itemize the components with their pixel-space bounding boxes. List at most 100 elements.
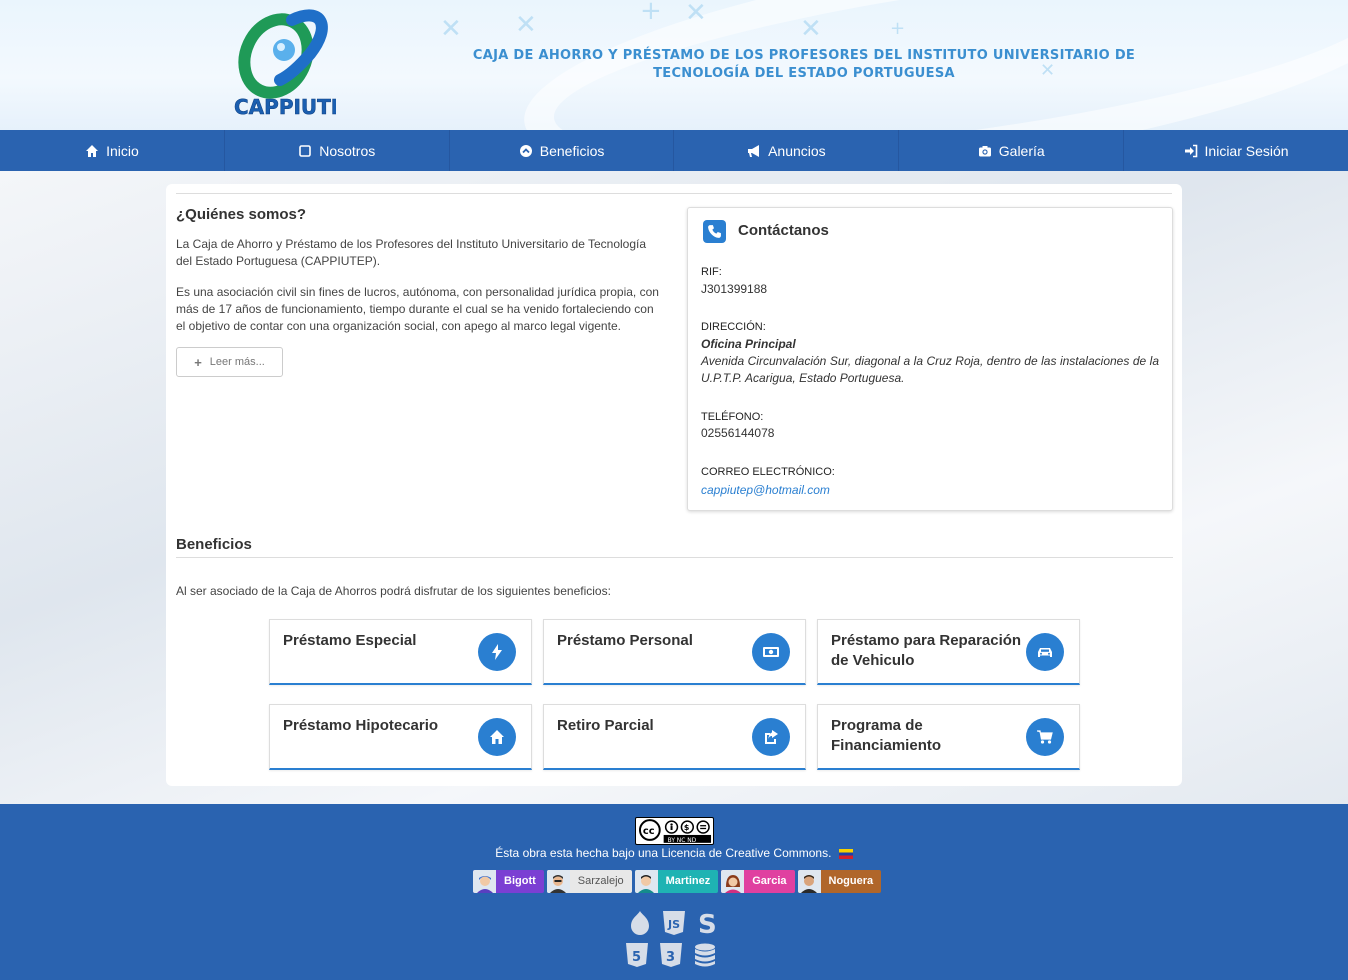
plus-icon: + xyxy=(194,354,202,370)
divider xyxy=(176,557,1173,558)
nav-item-beneficios[interactable]: Beneficios xyxy=(450,130,675,171)
nav-item-label: Iniciar Sesión xyxy=(1204,142,1289,159)
money-icon xyxy=(752,633,790,671)
address-office: Oficina Principal xyxy=(701,337,796,351)
benefit-card-reparacion-vehiculo[interactable]: Préstamo para Reparación de Vehiculo xyxy=(817,619,1080,685)
license-badge-text: BY NC ND xyxy=(668,838,697,844)
benefit-label: Préstamo para Reparación de Vehiculo xyxy=(831,632,1022,669)
nav-item-galeria[interactable]: Galería xyxy=(899,130,1125,171)
creative-commons-badge[interactable]: cc $ BY NC ND xyxy=(635,817,714,845)
developer-name: Garcia xyxy=(752,875,787,887)
drupal-icon xyxy=(631,911,649,935)
chevron-circle-up-icon xyxy=(519,144,533,158)
about-text-line: La Caja de Ahorro y Préstamo de los Prof… xyxy=(176,237,647,251)
phone-value: 02556144078 xyxy=(701,426,775,440)
avatar xyxy=(721,870,745,893)
benefit-label: Préstamo Personal xyxy=(557,632,693,649)
benefit-card-prestamo-especial[interactable]: Préstamo Especial xyxy=(269,619,532,685)
about-title: ¿Quiénes somos? xyxy=(176,206,307,223)
developer-badges: Bigott Sarzalejo Martinez Garcia Noguera xyxy=(473,870,882,893)
developer-name: Noguera xyxy=(828,875,874,887)
benefits-intro: Al ser asociado de la Caja de Ahorros po… xyxy=(176,584,611,598)
phone-icon xyxy=(703,220,726,243)
svg-text:JS: JS xyxy=(667,918,680,931)
about-text-line: del Estado Portuguesa (CAPPIUTEP). xyxy=(176,254,381,268)
decor-cross-icon: ✕ xyxy=(515,10,537,40)
site-title: Caja de Ahorro y Préstamo de los Profeso… xyxy=(470,47,1138,83)
address-label: Dirección: xyxy=(701,321,766,333)
svg-text:cc: cc xyxy=(643,826,655,837)
rif-value: J301399188 xyxy=(701,282,768,296)
developer-badge-noguera[interactable]: Noguera xyxy=(797,870,882,893)
svg-text:S: S xyxy=(698,910,717,937)
bullhorn-icon xyxy=(747,144,761,158)
decor-cross-icon: ✕ xyxy=(800,14,822,44)
site-title-line1: Caja de Ahorro y Préstamo de los Profeso… xyxy=(472,48,1136,63)
benefit-label: Retiro Parcial xyxy=(557,717,654,734)
tech-icons-row-1: JS S xyxy=(626,909,722,937)
license-text-label: Ésta obra esta hecha bajo una Licencia d… xyxy=(495,846,832,860)
contact-title: Contáctanos xyxy=(738,222,829,239)
site-header: ✕ ✕ + ✕ ✕ + ✕ CAPPIUTEP Caja de Ahorro y… xyxy=(0,0,1348,130)
about-paragraph-2: Es una asociación civil sin fines de luc… xyxy=(176,284,666,335)
venezuela-flag-icon xyxy=(838,848,853,859)
nav-item-iniciar-sesion[interactable]: Iniciar Sesión xyxy=(1124,130,1348,171)
home-icon xyxy=(478,718,516,756)
email-link[interactable]: cappiutep@hotmail.com xyxy=(701,483,830,497)
database-icon xyxy=(695,943,715,967)
benefit-card-programa-financiamiento[interactable]: Programa de Financiamiento xyxy=(817,704,1080,770)
decor-plus-icon: + xyxy=(640,0,662,26)
sign-in-icon xyxy=(1184,144,1198,158)
divider xyxy=(176,193,1172,194)
avatar xyxy=(473,870,496,893)
svg-text:$: $ xyxy=(684,823,689,832)
nav-item-label: Anuncios xyxy=(768,142,826,159)
decor-plus-icon: + xyxy=(890,18,906,39)
phone-label: Teléfono: xyxy=(701,411,764,423)
svg-text:3: 3 xyxy=(666,950,675,965)
license-text: Ésta obra esta hecha bajo una Licencia d… xyxy=(0,846,1348,860)
decor-cross-icon: ✕ xyxy=(685,0,707,28)
camera-icon xyxy=(978,144,992,158)
css3-icon: 3 xyxy=(660,943,682,967)
benefit-label: Préstamo Hipotecario xyxy=(283,717,439,734)
benefit-card-retiro-parcial[interactable]: Retiro Parcial xyxy=(543,704,806,770)
decor-cross-icon: ✕ xyxy=(440,14,462,44)
nav-item-inicio[interactable]: Inicio xyxy=(0,130,225,171)
benefit-card-prestamo-personal[interactable]: Préstamo Personal xyxy=(543,619,806,685)
cappiutep-logo[interactable]: CAPPIUTEP xyxy=(232,6,359,120)
address-text: Avenida Circunvalación Sur, diagonal a l… xyxy=(701,354,1159,385)
avatar xyxy=(797,870,821,893)
benefits-title: Beneficios xyxy=(176,536,252,553)
logo-text: CAPPIUTEP xyxy=(234,95,336,119)
share-icon xyxy=(752,718,790,756)
nav-item-label: Galería xyxy=(998,142,1045,159)
read-more-label: Leer más... xyxy=(209,356,265,368)
developer-name: Sarzalejo xyxy=(577,875,624,887)
nav-item-nosotros[interactable]: Nosotros xyxy=(225,130,450,171)
sass-icon: S xyxy=(698,910,717,937)
developer-name: Bigott xyxy=(504,875,536,887)
benefit-label: Préstamo Especial xyxy=(283,632,417,649)
about-text-line: Es una asociación civil sin fines de luc… xyxy=(176,285,659,299)
about-text-line: el objetivo de contar con una organizaci… xyxy=(176,319,621,333)
about-text-line: más de 17 años de funcionamiento, tiempo… xyxy=(176,302,654,316)
nav-item-label: Beneficios xyxy=(539,142,605,159)
nav-item-anuncios[interactable]: Anuncios xyxy=(674,130,900,171)
html5-icon: 5 xyxy=(626,943,648,967)
home-icon xyxy=(85,144,99,158)
bolt-icon xyxy=(478,633,516,671)
benefit-label: Programa de Financiamiento xyxy=(831,717,942,754)
developer-badge-sarzalejo[interactable]: Sarzalejo xyxy=(546,870,632,893)
benefit-card-prestamo-hipotecario[interactable]: Préstamo Hipotecario xyxy=(269,704,532,770)
read-more-button[interactable]: + Leer más... xyxy=(176,347,283,377)
nodejs-icon: JS xyxy=(663,911,685,935)
nav-item-label: Inicio xyxy=(106,142,139,159)
site-title-line2: Tecnología del Estado Portuguesa xyxy=(653,66,955,81)
developer-badge-garcia[interactable]: Garcia xyxy=(721,870,795,893)
email-field: cappiutep@hotmail.com xyxy=(701,482,1159,499)
avatar xyxy=(546,870,570,893)
contact-panel: Contáctanos RIF: J301399188 Dirección: O… xyxy=(687,207,1173,511)
developer-badge-martinez[interactable]: Martinez xyxy=(634,870,719,893)
developer-badge-bigott[interactable]: Bigott xyxy=(473,870,544,893)
